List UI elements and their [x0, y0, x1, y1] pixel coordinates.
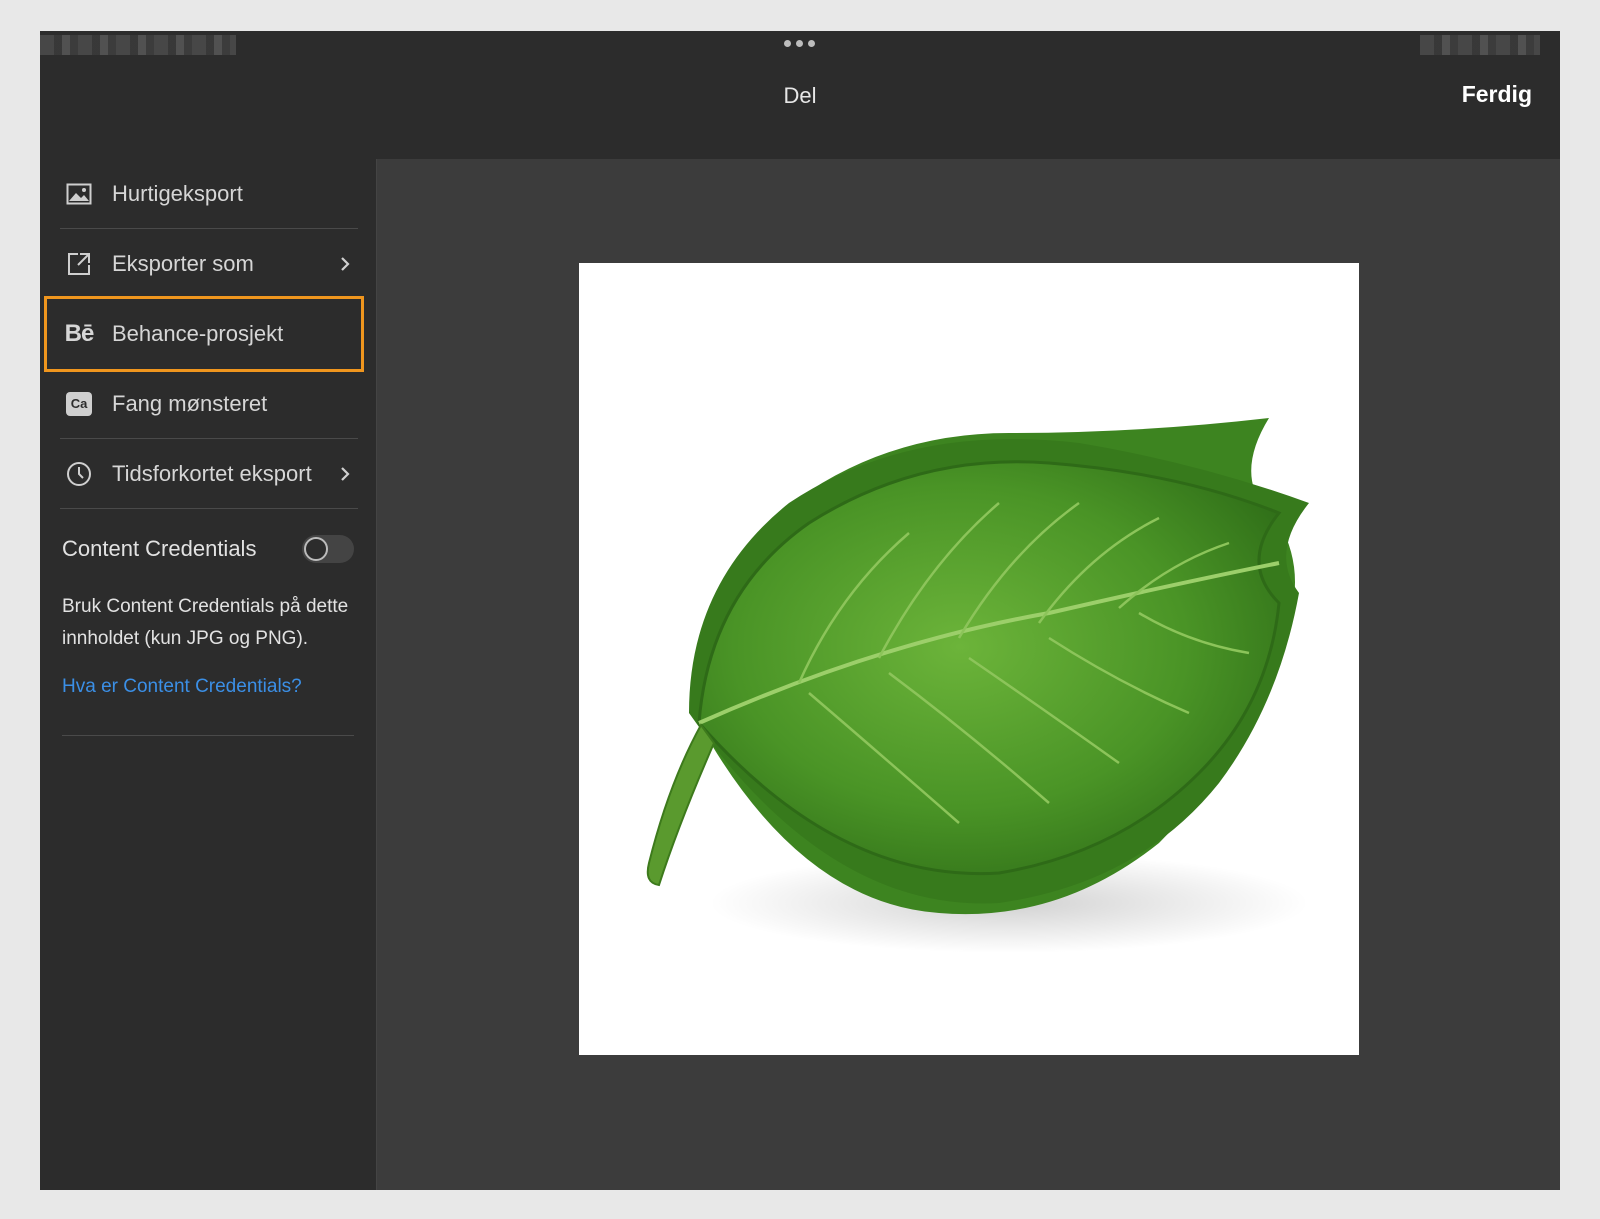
chevron-right-icon — [340, 252, 350, 278]
clock-icon — [64, 459, 94, 489]
menu-item-label: Eksporter som — [112, 250, 254, 276]
content-credentials-label: Content Credentials — [62, 536, 257, 561]
menu-item-label: Behance-prosjekt — [112, 321, 284, 346]
behance-icon: Bē — [64, 319, 95, 349]
menu-item-label: Tidsforkortet eksport — [112, 460, 312, 486]
status-bar — [40, 31, 1560, 59]
menu-item-behance-project[interactable]: Bē Behance-prosjekt — [44, 296, 364, 372]
done-button[interactable]: Ferdig — [1462, 81, 1532, 108]
content-credentials-description: Bruk Content Credentials på dette innhol… — [62, 596, 349, 649]
menu-item-export-as[interactable]: Eksporter som — [60, 229, 358, 299]
divider — [62, 735, 354, 736]
menu-item-capture-pattern[interactable]: Ca Fang mønsteret — [60, 369, 358, 439]
leaf-image — [646, 418, 1309, 953]
status-right-blurred — [1420, 35, 1540, 55]
menu-item-label: Fang mønsteret — [112, 390, 268, 416]
content-credentials-help-link[interactable]: Hva er Content Credentials? — [62, 676, 302, 698]
export-icon — [64, 249, 94, 279]
image-icon — [64, 179, 94, 209]
image-preview — [579, 263, 1359, 1055]
behance-icon-text: Bē — [64, 320, 95, 347]
chevron-right-icon — [340, 462, 350, 488]
menu-item-quick-export[interactable]: Hurtigeksport — [60, 159, 358, 229]
content-credentials-row: Content Credentials — [62, 529, 354, 569]
capture-icon-text: Ca — [66, 391, 92, 416]
share-sidebar: Hurtigeksport Eksporter som Bē Behance-p… — [40, 159, 377, 1190]
toggle-knob — [304, 537, 328, 561]
more-dots-icon[interactable] — [784, 40, 815, 47]
menu-item-timelapse-export[interactable]: Tidsforkortet eksport — [60, 439, 358, 509]
app-window: Del Ferdig Hurtigeksport Eksporter som B… — [40, 31, 1560, 1190]
page-title: Del — [783, 83, 817, 108]
content-credentials-toggle[interactable] — [302, 535, 354, 563]
top-bar: Del Ferdig — [40, 59, 1560, 159]
status-left-blurred — [40, 35, 236, 55]
menu-item-label: Hurtigeksport — [112, 180, 243, 206]
capture-icon: Ca — [64, 389, 94, 419]
